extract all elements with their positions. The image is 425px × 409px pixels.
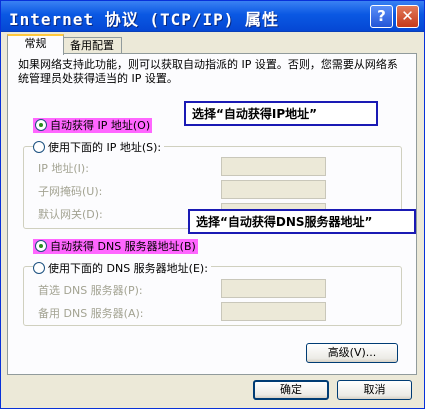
ip-address-field[interactable] <box>221 157 326 176</box>
radio-unselected-icon <box>33 262 45 274</box>
dns-annotation-callout: 选择“自动获得DNS服务器地址” <box>188 209 416 234</box>
ip-manual-radio[interactable]: 使用下面的 IP 地址(S): <box>33 139 165 155</box>
alternate-dns-field[interactable] <box>221 302 326 321</box>
title-bar[interactable]: Internet 协议 (TCP/IP) 属性 ? ✕ <box>1 1 424 32</box>
dns-manual-radio[interactable]: 使用下面的 DNS 服务器地址(E): <box>33 260 211 276</box>
ok-button[interactable]: 确定 <box>253 380 329 400</box>
ip-address-label: IP 地址(I): <box>38 162 89 175</box>
ip-auto-radio[interactable]: 自动获得 IP 地址(O) <box>33 117 153 133</box>
radio-selected-icon <box>35 240 47 252</box>
help-button[interactable]: ? <box>370 5 393 28</box>
subnet-mask-label: 子网掩码(U): <box>38 185 103 198</box>
preferred-dns-label: 首选 DNS 服务器(P): <box>38 284 143 297</box>
tab-alternate-config[interactable]: 备用配置 <box>62 37 122 54</box>
dns-auto-radio[interactable]: 自动获得 DNS 服务器地址(B) <box>33 238 198 254</box>
radio-selected-icon <box>35 119 47 131</box>
alternate-dns-label: 备用 DNS 服务器(A): <box>38 307 144 320</box>
description-text: 如果网络支持此功能，则可以获取自动指派的 IP 设置。否则，您需要从网络系统管理… <box>18 58 398 85</box>
window-title: Internet 协议 (TCP/IP) 属性 <box>9 10 280 29</box>
default-gateway-label: 默认网关(D): <box>38 208 103 221</box>
ip-manual-label: 使用下面的 IP 地址(S): <box>48 141 162 154</box>
cancel-button[interactable]: 取消 <box>337 380 412 400</box>
subnet-mask-field[interactable] <box>221 180 326 199</box>
tab-general[interactable]: 常规 <box>7 34 64 55</box>
preferred-dns-field[interactable] <box>221 279 326 298</box>
dns-auto-label: 自动获得 DNS 服务器地址(B) <box>50 240 196 253</box>
ip-auto-label: 自动获得 IP 地址(O) <box>50 119 151 132</box>
close-button[interactable]: ✕ <box>396 5 419 28</box>
advanced-button[interactable]: 高级(V)... <box>306 343 398 363</box>
ip-annotation-callout: 选择“自动获得IP地址” <box>184 101 378 126</box>
dns-manual-label: 使用下面的 DNS 服务器地址(E): <box>48 262 208 275</box>
radio-unselected-icon <box>33 141 45 153</box>
